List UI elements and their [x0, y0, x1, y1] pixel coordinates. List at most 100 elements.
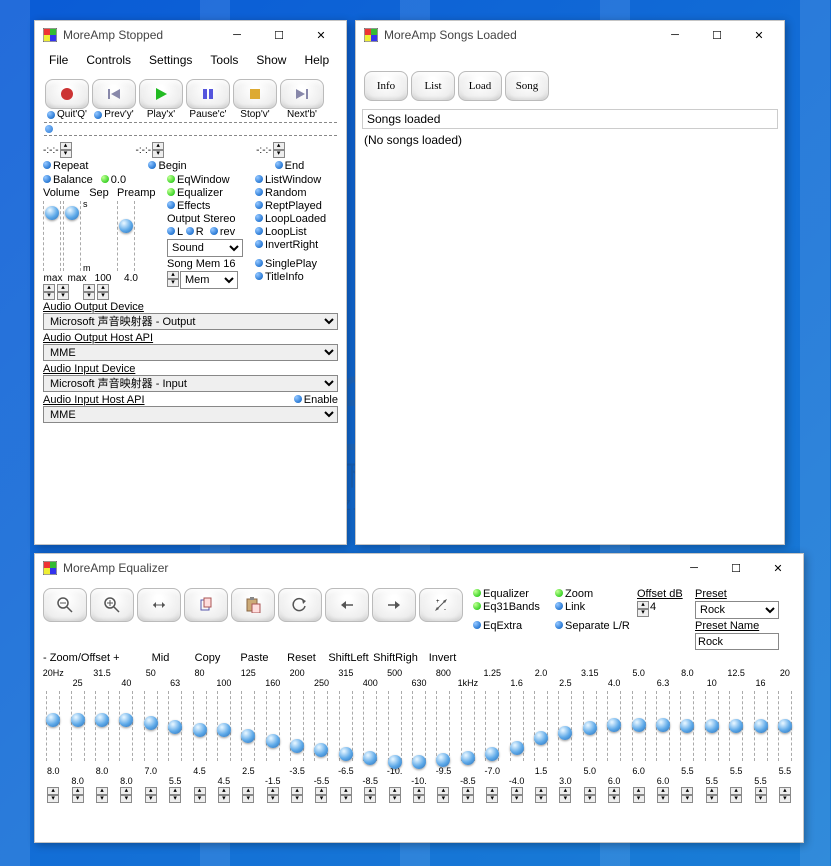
eq-spin-3[interactable]: ▴▾ — [120, 787, 132, 803]
eq-spin-1[interactable]: ▴▾ — [72, 787, 84, 803]
effects-option[interactable]: Effects — [167, 200, 255, 212]
titlebar[interactable]: MoreAmp Equalizer ─ ☐ ✕ — [35, 554, 803, 582]
eq-spin-18[interactable]: ▴▾ — [486, 787, 498, 803]
next-button[interactable] — [280, 79, 324, 109]
eq-spin-24[interactable]: ▴▾ — [633, 787, 645, 803]
eq-band-11[interactable] — [309, 690, 333, 762]
eq-spin-22[interactable]: ▴▾ — [584, 787, 596, 803]
looploaded-option[interactable]: LoopLoaded — [255, 213, 343, 225]
eq-band-20[interactable] — [529, 690, 553, 762]
separate-opt[interactable]: Separate L/R — [555, 620, 693, 632]
eq-band-3[interactable] — [114, 690, 138, 762]
offset-spinner[interactable]: ▴▾4 — [637, 601, 693, 619]
eq-spin-0[interactable]: ▴▾ — [47, 787, 59, 803]
eq-band-17[interactable] — [456, 690, 480, 762]
eq-band-8[interactable] — [236, 690, 260, 762]
eq-band-30[interactable] — [773, 690, 797, 762]
pause-button[interactable] — [186, 79, 230, 109]
volume-slider-2[interactable] — [63, 199, 81, 273]
maximize-button[interactable]: ☐ — [696, 21, 738, 49]
eq-spin-8[interactable]: ▴▾ — [242, 787, 254, 803]
eq-spin-19[interactable]: ▴▾ — [511, 787, 523, 803]
eq-band-22[interactable] — [578, 690, 602, 762]
eq-spin-23[interactable]: ▴▾ — [608, 787, 620, 803]
eq-band-25[interactable] — [651, 690, 675, 762]
eq-spin-13[interactable]: ▴▾ — [364, 787, 376, 803]
eq-spin-10[interactable]: ▴▾ — [291, 787, 303, 803]
eq-band-26[interactable] — [675, 690, 699, 762]
singleplay-option[interactable]: SinglePlay — [255, 258, 343, 270]
eq-spin-25[interactable]: ▴▾ — [657, 787, 669, 803]
volume-slider[interactable] — [43, 199, 61, 273]
stop-button[interactable] — [233, 79, 277, 109]
equalizer-option[interactable]: Equalizer — [167, 187, 255, 199]
reptplayed-option[interactable]: ReptPlayed — [255, 200, 343, 212]
mem-select[interactable]: Mem — [180, 271, 238, 289]
eq-band-23[interactable] — [602, 690, 626, 762]
end-spinner[interactable]: -:-:-▴▾ — [256, 142, 285, 158]
eq-spin-4[interactable]: ▴▾ — [145, 787, 157, 803]
eqwindow-option[interactable]: EqWindow — [167, 174, 255, 186]
eq-equalizer-opt[interactable]: Equalizer — [473, 588, 553, 600]
eq-band-28[interactable] — [724, 690, 748, 762]
eq-spin-26[interactable]: ▴▾ — [681, 787, 693, 803]
menu-settings[interactable]: Settings — [141, 51, 200, 69]
eq-spin-5[interactable]: ▴▾ — [169, 787, 181, 803]
mid-button[interactable] — [137, 588, 181, 622]
play-button[interactable] — [139, 79, 183, 109]
song-button[interactable]: Song — [505, 71, 549, 101]
looplist-option[interactable]: LoopList — [255, 226, 343, 238]
preamp-spin-1[interactable]: ▴▾ — [83, 284, 95, 300]
begin-spinner[interactable]: -:-:-▴▾ — [136, 142, 165, 158]
eq-band-24[interactable] — [626, 690, 650, 762]
repeat-option[interactable]: Repeat — [43, 160, 88, 172]
eq-band-29[interactable] — [748, 690, 772, 762]
invertright-option[interactable]: InvertRight — [255, 239, 343, 257]
eq-band-18[interactable] — [480, 690, 504, 762]
menu-tools[interactable]: Tools — [202, 51, 246, 69]
minimize-button[interactable]: ─ — [673, 554, 715, 582]
titlebar[interactable]: MoreAmp Stopped ─ ☐ ✕ — [35, 21, 346, 49]
eqextra-opt[interactable]: EqExtra — [473, 620, 553, 632]
eq-spin-12[interactable]: ▴▾ — [340, 787, 352, 803]
preset-select[interactable]: Rock — [695, 601, 779, 619]
menu-file[interactable]: File — [41, 51, 76, 69]
eq-spin-30[interactable]: ▴▾ — [779, 787, 791, 803]
eq-band-1[interactable] — [65, 690, 89, 762]
random-option[interactable]: Random — [255, 187, 343, 199]
close-button[interactable]: ✕ — [757, 554, 799, 582]
paste-button[interactable] — [231, 588, 275, 622]
zoom-in-button[interactable] — [90, 588, 134, 622]
eq-spin-6[interactable]: ▴▾ — [194, 787, 206, 803]
info-button[interactable]: Info — [364, 71, 408, 101]
eq-band-7[interactable] — [212, 690, 236, 762]
load-button[interactable]: Load — [458, 71, 502, 101]
eq-band-19[interactable] — [504, 690, 528, 762]
eq-band-0[interactable] — [41, 690, 65, 762]
preamp-spin-2[interactable]: ▴▾ — [97, 284, 109, 300]
audio-out-device[interactable]: Microsoft 声音映射器 - Output — [43, 313, 338, 330]
eq31-opt[interactable]: Eq31Bands — [473, 601, 553, 619]
copy-button[interactable] — [184, 588, 228, 622]
shift-right-button[interactable] — [372, 588, 416, 622]
eq-band-12[interactable] — [334, 690, 358, 762]
eq-band-13[interactable] — [358, 690, 382, 762]
repeat-spinner[interactable]: -:-:-▴▾ — [43, 142, 72, 158]
eq-spin-11[interactable]: ▴▾ — [315, 787, 327, 803]
titleinfo-option[interactable]: TitleInfo — [255, 271, 343, 289]
eq-spin-20[interactable]: ▴▾ — [535, 787, 547, 803]
maximize-button[interactable]: ☐ — [258, 21, 300, 49]
record-button[interactable] — [45, 79, 89, 109]
close-button[interactable]: ✕ — [300, 21, 342, 49]
eq-spin-28[interactable]: ▴▾ — [730, 787, 742, 803]
menu-controls[interactable]: Controls — [78, 51, 139, 69]
eq-band-6[interactable] — [187, 690, 211, 762]
listwindow-option[interactable]: ListWindow — [255, 174, 343, 186]
eq-band-10[interactable] — [285, 690, 309, 762]
eq-spin-29[interactable]: ▴▾ — [755, 787, 767, 803]
reset-button[interactable] — [278, 588, 322, 622]
audio-in-host[interactable]: MME — [43, 406, 338, 423]
eq-spin-2[interactable]: ▴▾ — [96, 787, 108, 803]
eq-spin-16[interactable]: ▴▾ — [437, 787, 449, 803]
eq-band-9[interactable] — [261, 690, 285, 762]
